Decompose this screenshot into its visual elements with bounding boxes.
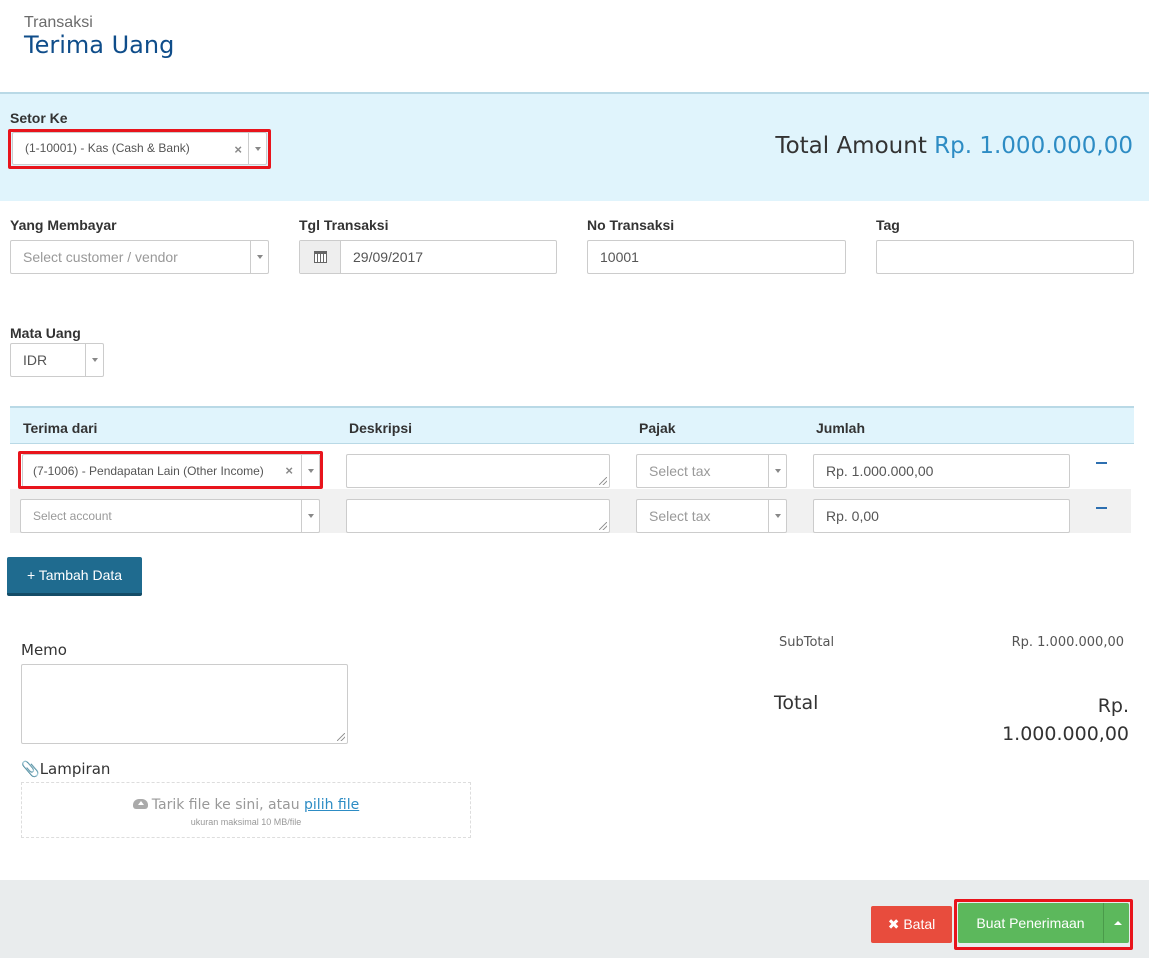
row2-tax-placeholder: Select tax bbox=[649, 508, 711, 524]
payer-select[interactable]: Select customer / vendor bbox=[10, 240, 269, 274]
cloud-upload-icon bbox=[132, 799, 148, 809]
total-value: Rp. 1.000.000,00 bbox=[929, 692, 1129, 748]
deposit-account-value: (1-10001) - Kas (Cash & Bank) bbox=[25, 141, 190, 155]
payer-placeholder: Select customer / vendor bbox=[23, 249, 178, 265]
chevron-down-icon[interactable] bbox=[768, 455, 786, 487]
total-currency: Rp. bbox=[1097, 695, 1129, 717]
close-icon: ✖ bbox=[887, 916, 900, 932]
remove-row-icon[interactable] bbox=[1096, 507, 1107, 509]
submit-button-label[interactable]: Buat Penerimaan bbox=[958, 903, 1104, 943]
transaction-number-value: 10001 bbox=[600, 249, 639, 265]
total-amount-value: Rp. 1.000.000,00 bbox=[934, 133, 1133, 159]
row1-account-value: (7-1006) - Pendapatan Lain (Other Income… bbox=[33, 464, 264, 478]
currency-label: Mata Uang bbox=[10, 325, 81, 341]
subtotal-value: Rp. 1.000.000,00 bbox=[1011, 635, 1124, 650]
remove-row-icon[interactable] bbox=[1096, 462, 1107, 464]
date-label: Tgl Transaksi bbox=[299, 217, 389, 233]
row2-account-placeholder: Select account bbox=[33, 509, 112, 523]
date-field[interactable]: 29/09/2017 bbox=[299, 240, 557, 274]
breadcrumb: Transaksi bbox=[24, 14, 93, 31]
subtotal-label: SubTotal bbox=[779, 635, 835, 650]
number-label: No Transaksi bbox=[587, 217, 675, 233]
row1-tax-placeholder: Select tax bbox=[649, 463, 711, 479]
column-header: Jumlah bbox=[816, 420, 866, 436]
chevron-down-icon[interactable] bbox=[250, 241, 268, 273]
total-amount-label: Total Amount bbox=[775, 133, 927, 159]
row1-amount-value: Rp. 1.000.000,00 bbox=[826, 463, 934, 479]
resize-handle[interactable] bbox=[599, 522, 607, 530]
chevron-down-icon[interactable] bbox=[85, 344, 103, 376]
row1-account-select[interactable]: (7-1006) - Pendapatan Lain (Other Income… bbox=[22, 454, 320, 488]
memo-label: Memo bbox=[21, 641, 67, 659]
currency-select[interactable]: IDR bbox=[10, 343, 104, 377]
row1-description-input[interactable] bbox=[346, 454, 610, 488]
row1-amount-input[interactable]: Rp. 1.000.000,00 bbox=[813, 454, 1070, 488]
dropzone-text: Tarik file ke sini, atau pilih file bbox=[22, 797, 470, 813]
row2-amount-input[interactable]: Rp. 0,00 bbox=[813, 499, 1070, 533]
row2-account-select[interactable]: Select account bbox=[20, 499, 320, 533]
clear-icon[interactable]: × bbox=[285, 463, 293, 478]
resize-handle[interactable] bbox=[337, 733, 345, 741]
column-header: Deskripsi bbox=[349, 420, 413, 436]
total-label: Total bbox=[774, 692, 819, 714]
choose-file-link[interactable]: pilih file bbox=[304, 797, 359, 813]
row2-description-input[interactable] bbox=[346, 499, 610, 533]
transaction-number-input[interactable]: 10001 bbox=[587, 240, 846, 274]
dropzone-hint: ukuran maksimal 10 MB/file bbox=[190, 817, 302, 827]
tag-label: Tag bbox=[876, 217, 900, 233]
currency-value: IDR bbox=[23, 352, 48, 368]
row2-amount-value: Rp. 0,00 bbox=[826, 508, 879, 524]
chevron-down-icon[interactable] bbox=[301, 500, 319, 532]
deposit-label: Setor Ke bbox=[10, 110, 68, 126]
total-number: 1.000.000,00 bbox=[1002, 723, 1129, 745]
calendar-icon bbox=[314, 251, 327, 263]
chevron-down-icon[interactable] bbox=[301, 455, 319, 487]
resize-handle[interactable] bbox=[599, 477, 607, 485]
row2-tax-select[interactable]: Select tax bbox=[636, 499, 787, 533]
date-value: 29/09/2017 bbox=[353, 249, 424, 265]
column-header: Pajak bbox=[639, 420, 676, 436]
submit-button[interactable]: Buat Penerimaan bbox=[958, 903, 1129, 943]
caret-up-icon[interactable] bbox=[1114, 921, 1122, 925]
deposit-account-select[interactable]: (1-10001) - Kas (Cash & Bank) × bbox=[12, 132, 267, 165]
date-addon[interactable] bbox=[300, 241, 341, 273]
clear-icon[interactable]: × bbox=[234, 142, 242, 157]
add-row-button[interactable]: + Tambah Data bbox=[7, 557, 142, 596]
column-header: Terima dari bbox=[23, 420, 98, 436]
attachment-label: 📎Lampiran bbox=[21, 760, 111, 778]
paperclip-icon: 📎 bbox=[21, 760, 40, 778]
memo-textarea[interactable] bbox=[21, 664, 348, 744]
chevron-down-icon[interactable] bbox=[768, 500, 786, 532]
tag-input[interactable] bbox=[876, 240, 1134, 274]
page-title: Terima Uang bbox=[24, 31, 175, 59]
cancel-button[interactable]: ✖ Batal bbox=[871, 906, 952, 943]
file-dropzone[interactable]: Tarik file ke sini, atau pilih file ukur… bbox=[21, 782, 471, 838]
chevron-down-icon[interactable] bbox=[248, 133, 266, 164]
payer-label: Yang Membayar bbox=[10, 217, 117, 233]
table-header: Terima dari Deskripsi Pajak Jumlah bbox=[10, 406, 1134, 444]
total-amount: Total Amount Rp. 1.000.000,00 bbox=[775, 133, 1133, 159]
row1-tax-select[interactable]: Select tax bbox=[636, 454, 787, 488]
